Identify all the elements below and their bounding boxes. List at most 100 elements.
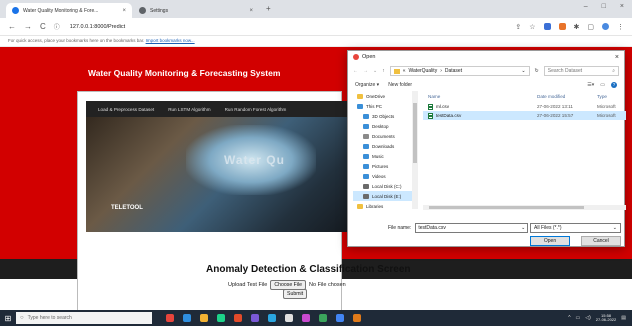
file-type-select[interactable]: All Files (*.*) ⌄ <box>530 223 621 233</box>
share-icon[interactable]: ⇪ <box>515 23 521 31</box>
forward-button[interactable]: → <box>24 22 32 31</box>
chevron-up-icon[interactable]: ^ <box>568 315 570 321</box>
url-input[interactable]: 127.0.0.1:8000/Predict <box>70 24 125 30</box>
chevron-down-icon[interactable]: ⌄ <box>521 68 525 74</box>
open-button[interactable]: Open <box>530 236 570 246</box>
nav-item[interactable]: Documents <box>353 131 417 141</box>
column-type[interactable]: Type <box>597 94 626 99</box>
new-folder-button[interactable]: New folder <box>388 82 412 88</box>
import-bookmarks-link[interactable]: Import bookmarks now... <box>146 38 195 43</box>
app-title: Water Quality Monitoring & Forecasting S… <box>88 68 281 78</box>
extension-icon[interactable] <box>543 22 551 30</box>
taskbar-app-icon[interactable] <box>285 314 293 322</box>
taskbar-app-icon[interactable] <box>268 314 276 322</box>
minimize-button[interactable]: – <box>584 3 588 10</box>
menu-dots-icon[interactable]: ⋮ <box>617 23 624 31</box>
path-segment[interactable]: WaterQuality <box>408 68 437 74</box>
taskbar-app-icon[interactable] <box>183 314 191 322</box>
taskbar-app-icon[interactable] <box>319 314 327 322</box>
nav-item[interactable]: Local Disk (C:) <box>353 181 417 191</box>
close-tab-icon[interactable]: × <box>249 8 253 14</box>
extension-icon[interactable] <box>558 22 566 30</box>
info-icon[interactable]: ⓘ <box>54 22 60 31</box>
taskbar-app-icon[interactable] <box>234 314 242 322</box>
back-icon[interactable]: ← <box>353 68 358 74</box>
new-tab-button[interactable]: + <box>266 4 271 13</box>
volume-icon[interactable]: ◁) <box>585 315 591 321</box>
open-file-dialog: Open × ← → ⌄ ↑ « WaterQuality › Dataset … <box>347 50 626 247</box>
nav-item[interactable]: Local Disk (E:) <box>353 191 417 201</box>
dialog-search-input[interactable]: Search Dataset ⌕ <box>543 66 619 76</box>
up-icon[interactable]: ↑ <box>382 68 385 74</box>
file-name-row: File name: testData.csv ⌄ <box>388 223 529 233</box>
view-options-icon[interactable]: ☰▾ <box>587 82 594 88</box>
activation-watermark: Activate Windows Go to Settings to activ… <box>494 283 567 297</box>
profile-icon[interactable] <box>602 22 609 30</box>
tab-settings[interactable]: Settings × <box>133 3 259 18</box>
submit-button[interactable]: Submit <box>283 289 308 299</box>
filelist-scrollbar[interactable] <box>423 205 626 210</box>
nav-item[interactable]: Videos <box>353 171 417 181</box>
nav-item[interactable]: 3D Objects <box>353 111 417 121</box>
preview-pane-icon[interactable]: ▭ <box>600 82 605 88</box>
file-name: ml.csv <box>436 104 450 109</box>
taskbar-app-icon[interactable] <box>166 314 174 322</box>
nav-item[interactable]: This PC <box>353 101 417 111</box>
nav-item[interactable]: Pictures <box>353 161 417 171</box>
maximize-button[interactable]: □ <box>602 3 606 10</box>
file-name-cell: ml.csv <box>423 103 537 110</box>
puzzle-icon[interactable]: ✱ <box>574 23 580 31</box>
path-breadcrumb[interactable]: « WaterQuality › Dataset ⌄ <box>389 66 530 76</box>
window-controls: – □ × <box>584 3 624 10</box>
file-name-value: testData.csv <box>418 225 446 231</box>
nav-item[interactable]: Libraries <box>353 201 417 209</box>
nav-item[interactable]: Music <box>353 151 417 161</box>
taskbar-app-icon[interactable] <box>217 314 225 322</box>
menu-run-lstm[interactable]: Run LSTM Algorithm <box>168 107 210 112</box>
taskbar-app-icon[interactable] <box>302 314 310 322</box>
forward-icon[interactable]: → <box>363 68 368 74</box>
file-name-input[interactable]: testData.csv ⌄ <box>415 223 529 233</box>
column-date-modified[interactable]: Date modified <box>537 94 597 99</box>
chevron-down-icon[interactable]: ⌄ <box>373 68 377 74</box>
taskbar-clock[interactable]: 15:58 27-06-2022 <box>596 313 616 323</box>
taskbar-apps <box>166 314 361 322</box>
path-segment[interactable]: Dataset <box>445 68 462 74</box>
star-icon[interactable]: ☆ <box>529 23 535 31</box>
column-name[interactable]: Name <box>423 94 537 99</box>
menu-run-random-forest[interactable]: Run Random Forest Algorithm <box>225 107 287 112</box>
scrollbar-thumb[interactable] <box>429 206 584 209</box>
navpane-scrollbar[interactable] <box>412 91 418 209</box>
nav-item[interactable]: Downloads <box>353 141 417 151</box>
close-tab-icon[interactable]: × <box>122 8 126 14</box>
chevron-down-icon[interactable]: ⌄ <box>521 225 525 231</box>
back-button[interactable]: ← <box>8 22 16 31</box>
nav-item[interactable]: OneDrive <box>353 91 417 101</box>
dialog-close-button[interactable]: × <box>615 54 619 61</box>
network-icon[interactable]: ▭ <box>576 315 581 321</box>
taskbar-app-icon[interactable] <box>336 314 344 322</box>
close-window-button[interactable]: × <box>620 3 624 10</box>
gear-icon <box>139 7 146 14</box>
menu-load-dataset[interactable]: Load & Preprocess Dataset <box>98 107 154 112</box>
file-row[interactable]: ml.csv 27-06-2022 13:11 Microsoft <box>423 102 626 111</box>
reload-button[interactable]: C <box>40 22 46 31</box>
file-row[interactable]: testData.csv 27-06-2022 15:57 Microsoft <box>423 111 626 120</box>
notification-icon[interactable]: ▤ <box>621 315 626 321</box>
scrollbar-thumb[interactable] <box>413 103 417 163</box>
windows-start-icon[interactable]: ⊞ <box>0 310 16 326</box>
taskbar-app-icon[interactable] <box>200 314 208 322</box>
cancel-button[interactable]: Cancel <box>581 236 621 246</box>
help-icon[interactable]: ? <box>611 81 617 88</box>
section-title: Anomaly Detection & Classification Scree… <box>206 264 411 275</box>
refresh-icon[interactable]: ↻ <box>535 68 539 74</box>
organize-button[interactable]: Organize ▾ <box>355 82 379 88</box>
taskbar-search-input[interactable]: ○ Type here to search <box>16 312 152 324</box>
nav-item[interactable]: Desktop <box>353 121 417 131</box>
file-type: Microsoft <box>597 104 616 109</box>
nav-item-label: Music <box>372 153 384 159</box>
taskbar-app-icon[interactable] <box>251 314 259 322</box>
sidepanel-icon[interactable]: ▢ <box>587 23 594 31</box>
taskbar-app-icon[interactable] <box>353 314 361 322</box>
tab-water-quality[interactable]: Water Quality Monitoring & Fore... × <box>6 3 132 18</box>
